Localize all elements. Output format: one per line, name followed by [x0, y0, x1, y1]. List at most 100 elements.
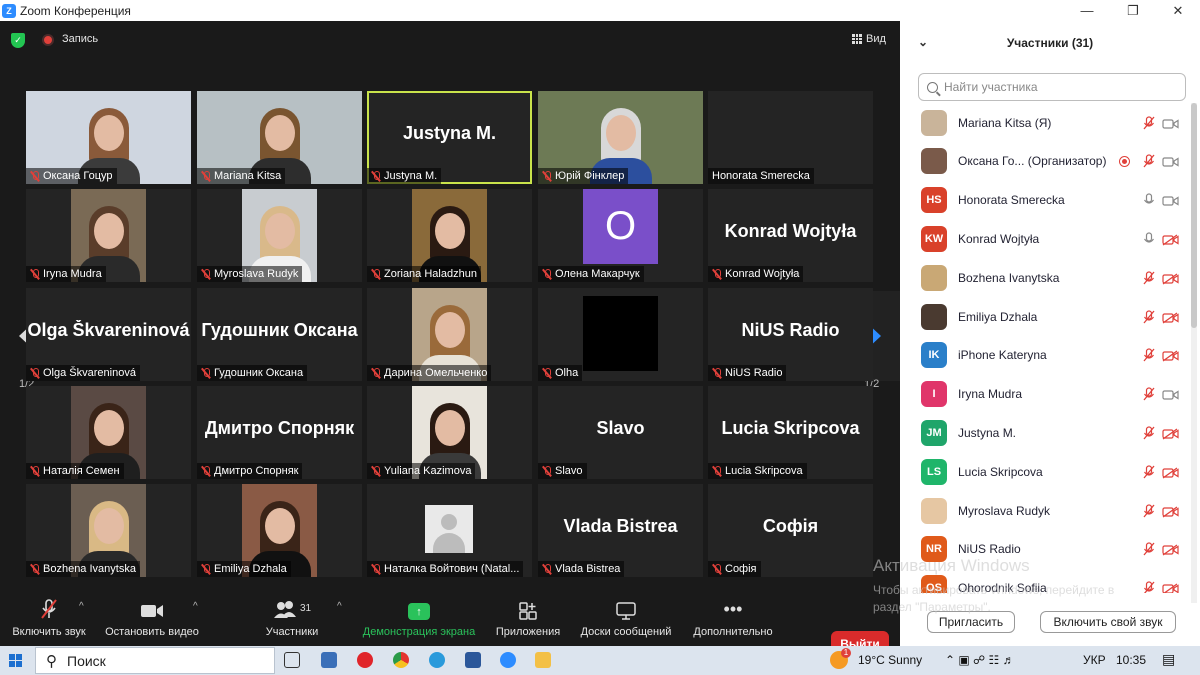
- video-tile[interactable]: Наталка Войтович (Natal...: [367, 484, 532, 577]
- mic-muted-icon[interactable]: [1143, 309, 1155, 324]
- tray-icons[interactable]: ⌃ ▣ ☍ ☷ ♬: [945, 653, 1015, 667]
- participant-row[interactable]: HS Honorata Smerecka: [900, 181, 1190, 220]
- word-icon[interactable]: [465, 652, 481, 668]
- tile-name: Mariana Kitsa: [214, 170, 282, 182]
- camera-icon[interactable]: [1162, 155, 1179, 167]
- video-tile[interactable]: Дмитро Спорняк Дмитро Спорняк: [197, 386, 362, 479]
- video-tile[interactable]: Гудошник Оксана Гудошник Оксана: [197, 288, 362, 381]
- mic-muted-icon[interactable]: [1143, 115, 1155, 130]
- notifications-icon[interactable]: ▤: [1162, 651, 1175, 668]
- video-tile[interactable]: Olga Škvareninová Olga Škvareninová: [26, 288, 191, 381]
- mic-muted-icon[interactable]: [1143, 154, 1155, 168]
- file-explorer-icon[interactable]: [535, 652, 551, 668]
- video-tile[interactable]: Yuliana Kazimova: [367, 386, 532, 479]
- close-button[interactable]: ✕: [1155, 0, 1200, 21]
- participants-options-chevron-icon[interactable]: ^: [337, 601, 342, 612]
- mic-icon[interactable]: [1143, 232, 1155, 246]
- video-tile[interactable]: Justyna M. Justyna M.: [367, 91, 532, 184]
- video-tile[interactable]: Юрій Фінклер: [538, 91, 703, 184]
- chrome-icon[interactable]: [393, 652, 409, 668]
- unmute-button[interactable]: Включить звук: [10, 594, 88, 646]
- maximize-button[interactable]: ❐: [1110, 0, 1156, 21]
- video-tile[interactable]: Emiliya Dzhala: [197, 484, 362, 577]
- camera-icon[interactable]: [1162, 388, 1179, 400]
- collapse-chevron-icon[interactable]: ⌄: [918, 35, 928, 49]
- zoom-taskbar-icon[interactable]: [500, 652, 516, 668]
- mic-muted-icon[interactable]: [1143, 387, 1155, 401]
- opera-icon[interactable]: [357, 652, 373, 668]
- recording-icon[interactable]: [42, 34, 54, 46]
- video-tile[interactable]: Дарина Омельченко: [367, 288, 532, 381]
- security-shield-icon[interactable]: ✓: [11, 33, 25, 48]
- participant-row[interactable]: JM Justyna M.: [900, 413, 1190, 452]
- language-indicator[interactable]: УКР: [1083, 653, 1106, 667]
- scrollbar-thumb[interactable]: [1191, 103, 1197, 328]
- camera-off-icon[interactable]: [1162, 233, 1179, 246]
- mic-muted-icon[interactable]: [1143, 465, 1155, 479]
- video-tile[interactable]: Myroslava Rudyk: [197, 189, 362, 282]
- video-tile[interactable]: Zoriana Haladzhun: [367, 189, 532, 282]
- mic-muted-icon[interactable]: [1143, 542, 1155, 556]
- video-tile[interactable]: Mariana Kitsa: [197, 91, 362, 184]
- clock[interactable]: 10:35: [1116, 653, 1146, 667]
- windows-start-icon[interactable]: [9, 654, 22, 667]
- video-tile[interactable]: Оксана Гоцур: [26, 91, 191, 184]
- video-tile[interactable]: Bozhena Ivanytska: [26, 484, 191, 577]
- participant-list-scrollbar[interactable]: [1191, 103, 1197, 603]
- video-tile[interactable]: Iryna Mudra: [26, 189, 191, 282]
- mic-icon[interactable]: [1143, 193, 1155, 207]
- camera-icon[interactable]: [1162, 117, 1179, 129]
- video-tile[interactable]: Olha: [538, 288, 703, 381]
- camera-off-icon[interactable]: [1162, 543, 1179, 556]
- video-tile[interactable]: Софія Софія: [708, 484, 873, 577]
- mic-muted-icon[interactable]: [1143, 271, 1155, 285]
- view-button[interactable]: Вид: [852, 33, 886, 45]
- participant-row[interactable]: Bozhena Ivanytska: [900, 258, 1190, 297]
- recording-label[interactable]: Запись: [62, 33, 98, 45]
- participant-row[interactable]: I Iryna Mudra: [900, 375, 1190, 414]
- apps-button[interactable]: Приложения: [492, 594, 564, 646]
- weather-label[interactable]: 19°C Sunny: [858, 653, 922, 667]
- participants-button[interactable]: 31 Участники: [262, 594, 322, 646]
- share-screen-button[interactable]: ↑ Демонстрация экрана: [360, 594, 478, 646]
- whiteboards-button[interactable]: Доски сообщений: [577, 594, 675, 646]
- video-tile[interactable]: Honorata Smerecka: [708, 91, 873, 184]
- mic-muted-icon[interactable]: [1143, 348, 1155, 362]
- video-tile[interactable]: O Олена Макарчук: [538, 189, 703, 282]
- camera-icon[interactable]: [1162, 194, 1179, 206]
- camera-off-icon[interactable]: [1162, 582, 1179, 593]
- video-tile[interactable]: Наталія Семен: [26, 386, 191, 479]
- camera-off-icon[interactable]: [1162, 272, 1179, 285]
- participant-row[interactable]: IK iPhone Kateryna: [900, 336, 1190, 375]
- participant-row[interactable]: Оксана Го... (Организатор): [900, 142, 1190, 181]
- participant-row[interactable]: KW Konrad Wojtyła: [900, 219, 1190, 258]
- video-tile[interactable]: NiUS Radio NiUS Radio: [708, 288, 873, 381]
- video-tile[interactable]: Vlada Bistrea Vlada Bistrea: [538, 484, 703, 577]
- participant-row[interactable]: Myroslava Rudyk: [900, 491, 1190, 530]
- video-tile[interactable]: Lucia Skripcova Lucia Skripcova: [708, 386, 873, 479]
- participant-row[interactable]: Mariana Kitsa (Я): [900, 103, 1190, 142]
- camera-off-icon[interactable]: [1162, 466, 1179, 479]
- participant-row[interactable]: LS Lucia Skripcova: [900, 452, 1190, 491]
- mic-muted-icon[interactable]: [1143, 581, 1155, 593]
- participant-row[interactable]: Emiliya Dzhala: [900, 297, 1190, 336]
- mic-muted-icon[interactable]: [1143, 503, 1155, 518]
- camera-off-icon[interactable]: [1162, 505, 1179, 518]
- video-tile[interactable]: Konrad Wojtyła Konrad Wojtyła: [708, 189, 873, 282]
- stop-video-button[interactable]: Остановить видео: [103, 594, 201, 646]
- taskbar-search-input[interactable]: ⚲ Поиск: [35, 647, 275, 674]
- participant-search-input[interactable]: Найти участника: [918, 73, 1186, 101]
- task-view-icon[interactable]: [284, 652, 300, 668]
- more-button[interactable]: ••• Дополнительно: [688, 594, 778, 646]
- video-options-chevron-icon[interactable]: ^: [193, 601, 198, 612]
- video-tile[interactable]: Slavo Slavo: [538, 386, 703, 479]
- mic-options-chevron-icon[interactable]: ^: [79, 601, 84, 612]
- camera-off-icon[interactable]: [1162, 349, 1179, 362]
- edge-icon[interactable]: [429, 652, 445, 668]
- store-icon[interactable]: [321, 652, 337, 668]
- mic-muted-icon[interactable]: [1143, 426, 1155, 440]
- minimize-button[interactable]: —: [1064, 0, 1110, 21]
- panel-header: ⌄ Участники (31): [900, 21, 1200, 65]
- camera-off-icon[interactable]: [1162, 427, 1179, 440]
- camera-off-icon[interactable]: [1162, 311, 1179, 324]
